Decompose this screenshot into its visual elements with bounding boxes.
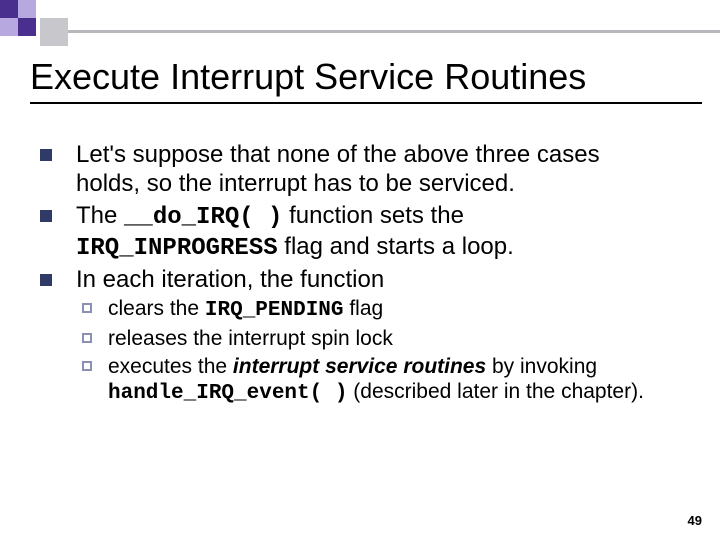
bullet-item: The __do_IRQ( ) function sets the IRQ_IN… xyxy=(40,201,670,264)
bullet-item: In each iteration, the function clears th… xyxy=(40,265,670,407)
square-bullet-icon xyxy=(40,149,52,161)
sub-bullet-item: executes the interrupt service routines … xyxy=(82,354,670,407)
hollow-square-bullet-icon xyxy=(82,303,92,313)
bullet-list: Let's suppose that none of the above thr… xyxy=(40,140,670,407)
sub-bullet-item: clears the IRQ_PENDING flag xyxy=(82,296,670,324)
slide-body: Let's suppose that none of the above thr… xyxy=(40,140,670,409)
bullet-item: Let's suppose that none of the above thr… xyxy=(40,140,670,199)
square-bullet-icon xyxy=(40,274,52,286)
hollow-square-bullet-icon xyxy=(82,361,92,371)
sub-bullet-item: releases the interrupt spin lock xyxy=(82,326,670,352)
slide-title: Execute Interrupt Service Routines xyxy=(30,56,702,104)
bullet-text: In each iteration, the function xyxy=(76,266,384,293)
sub-bullet-text: releases the interrupt spin lock xyxy=(108,327,393,350)
bullet-text: Let's suppose that none of the above thr… xyxy=(76,141,600,197)
sub-bullet-list: clears the IRQ_PENDING flag releases the … xyxy=(82,296,670,406)
slide-header-decoration xyxy=(0,0,720,46)
sub-bullet-text: clears the IRQ_PENDING flag xyxy=(108,297,383,320)
bullet-text: The __do_IRQ( ) function sets the IRQ_IN… xyxy=(76,202,514,260)
sub-bullet-text: executes the interrupt service routines … xyxy=(108,355,644,404)
hollow-square-bullet-icon xyxy=(82,333,92,343)
square-bullet-icon xyxy=(40,210,52,222)
page-number: 49 xyxy=(688,513,702,528)
